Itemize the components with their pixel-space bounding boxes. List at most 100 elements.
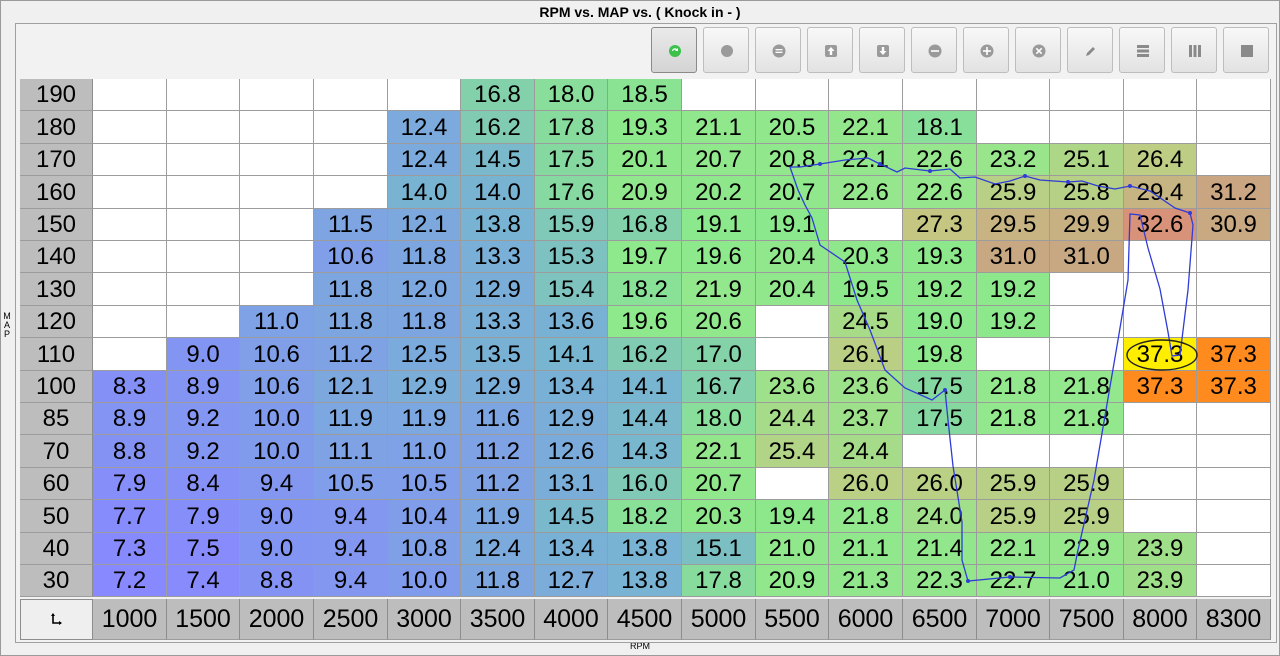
table-cell[interactable] (1197, 565, 1271, 597)
table-cell[interactable]: 10.6 (240, 371, 314, 403)
table-cell[interactable] (1124, 435, 1197, 468)
table-cell[interactable]: 17.6 (535, 176, 608, 209)
table-cell[interactable]: 14.0 (388, 176, 461, 209)
table-cell[interactable]: 19.0 (903, 306, 977, 338)
table-cell[interactable]: 31.0 (1050, 241, 1124, 273)
table-cell[interactable]: 25.4 (756, 435, 829, 468)
table-cell[interactable]: 8.8 (93, 435, 167, 468)
table-cell[interactable]: 21.9 (682, 273, 756, 306)
table-cell[interactable] (977, 79, 1050, 111)
table-cell[interactable]: 20.7 (682, 468, 756, 500)
table-cell[interactable]: 14.1 (608, 371, 682, 403)
refresh-button[interactable] (651, 27, 697, 73)
table-cell[interactable]: 18.0 (682, 403, 756, 435)
table-cell[interactable]: 12.4 (388, 144, 461, 176)
rows-view-button[interactable] (1119, 27, 1165, 73)
table-cell[interactable]: 9.0 (240, 500, 314, 533)
table-cell[interactable]: 25.9 (977, 500, 1050, 533)
table-cell[interactable] (1050, 111, 1124, 144)
table-cell[interactable]: 19.6 (682, 241, 756, 273)
table-cell[interactable]: 21.0 (1050, 565, 1124, 597)
table-cell[interactable] (93, 209, 167, 241)
table-cell[interactable]: 13.3 (461, 306, 535, 338)
table-cell[interactable]: 8.8 (240, 565, 314, 597)
table-cell[interactable]: 16.0 (608, 468, 682, 500)
table-cell[interactable]: 25.9 (1050, 500, 1124, 533)
table-cell[interactable]: 24.5 (829, 306, 903, 338)
table-cell[interactable]: 31.2 (1197, 176, 1271, 209)
table-cell[interactable]: 26.1 (829, 338, 903, 371)
table-cell[interactable]: 9.4 (314, 500, 388, 533)
table-cell[interactable]: 14.5 (535, 500, 608, 533)
table-cell[interactable] (977, 435, 1050, 468)
table-cell[interactable]: 8.9 (93, 403, 167, 435)
table-cell[interactable] (240, 111, 314, 144)
table-cell[interactable]: 13.5 (461, 338, 535, 371)
table-cell[interactable] (1197, 533, 1271, 565)
table-cell[interactable] (240, 273, 314, 306)
table-cell[interactable]: 30.9 (1197, 209, 1271, 241)
table-cell[interactable]: 19.2 (903, 273, 977, 306)
table-cell[interactable]: 15.9 (535, 209, 608, 241)
table-cell[interactable] (756, 79, 829, 111)
table-cell[interactable] (1124, 500, 1197, 533)
table-cell[interactable] (388, 79, 461, 111)
swap-axes-button[interactable] (20, 599, 93, 640)
table-cell[interactable]: 12.1 (388, 209, 461, 241)
table-cell[interactable] (1050, 435, 1124, 468)
table-cell[interactable] (1050, 79, 1124, 111)
table-cell[interactable]: 22.3 (903, 565, 977, 597)
table-cell[interactable] (240, 209, 314, 241)
table-cell[interactable] (93, 338, 167, 371)
table-cell[interactable]: 18.1 (903, 111, 977, 144)
table-cell[interactable]: 19.3 (903, 241, 977, 273)
table-cell[interactable]: 11.6 (461, 403, 535, 435)
table-cell[interactable] (167, 209, 240, 241)
table-cell[interactable]: 9.4 (314, 533, 388, 565)
table-cell[interactable]: 22.7 (977, 565, 1050, 597)
table-cell[interactable]: 10.6 (240, 338, 314, 371)
table-cell[interactable] (314, 79, 388, 111)
table-cell[interactable]: 14.1 (535, 338, 608, 371)
table-cell[interactable]: 11.8 (314, 273, 388, 306)
table-cell[interactable]: 22.9 (1050, 533, 1124, 565)
table-cell[interactable]: 14.5 (461, 144, 535, 176)
table-cell[interactable]: 13.3 (461, 241, 535, 273)
table-cell[interactable] (93, 79, 167, 111)
table-cell[interactable]: 10.0 (240, 435, 314, 468)
table-cell[interactable]: 14.0 (461, 176, 535, 209)
table-cell[interactable]: 17.5 (903, 403, 977, 435)
table-cell[interactable] (240, 144, 314, 176)
table-cell[interactable]: 17.8 (682, 565, 756, 597)
table-cell[interactable] (1197, 468, 1271, 500)
table-cell[interactable]: 10.5 (314, 468, 388, 500)
table-cell[interactable] (1197, 241, 1271, 273)
table-cell[interactable]: 11.1 (314, 435, 388, 468)
columns-view-button[interactable] (1171, 27, 1217, 73)
table-cell[interactable]: 23.9 (1124, 565, 1197, 597)
table-cell[interactable]: 22.1 (829, 144, 903, 176)
table-cell[interactable]: 9.2 (167, 403, 240, 435)
table-cell[interactable] (1197, 500, 1271, 533)
table-cell[interactable]: 20.9 (608, 176, 682, 209)
table-cell[interactable]: 18.2 (608, 273, 682, 306)
table-cell[interactable] (93, 176, 167, 209)
table-cell[interactable] (93, 306, 167, 338)
table-cell[interactable] (93, 241, 167, 273)
table-cell[interactable] (682, 79, 756, 111)
table-cell[interactable] (240, 176, 314, 209)
table-cell[interactable]: 24.4 (756, 403, 829, 435)
table-cell[interactable]: 8.4 (167, 468, 240, 500)
table-cell[interactable] (93, 273, 167, 306)
table-cell[interactable]: 20.9 (756, 565, 829, 597)
table-cell[interactable]: 17.8 (535, 111, 608, 144)
table-cell[interactable] (1197, 306, 1271, 338)
table-cell[interactable]: 11.8 (388, 241, 461, 273)
table-cell[interactable]: 17.0 (682, 338, 756, 371)
table-cell[interactable]: 20.5 (756, 111, 829, 144)
table-cell[interactable] (167, 79, 240, 111)
record-button[interactable] (703, 27, 749, 73)
table-cell[interactable]: 20.7 (682, 144, 756, 176)
table-cell[interactable]: 23.2 (977, 144, 1050, 176)
table-cell[interactable] (756, 306, 829, 338)
